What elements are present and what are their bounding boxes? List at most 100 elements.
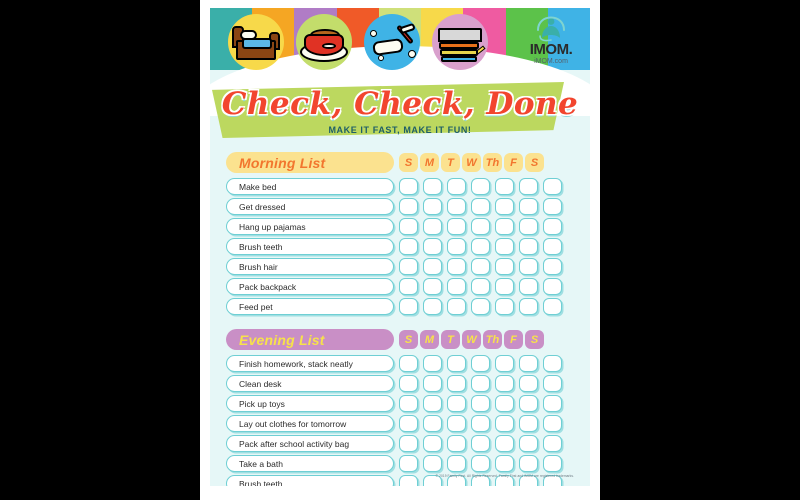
- morning-checkbox-r1-w3[interactable]: [471, 198, 490, 215]
- morning-checkbox-r4-m1[interactable]: [423, 258, 442, 275]
- morning-checkbox-r1-s0[interactable]: [399, 198, 418, 215]
- evening-checkbox-r6-s0[interactable]: [399, 475, 418, 486]
- evening-header-row: Evening List S M T W Th F S: [226, 329, 574, 350]
- morning-checkbox-r3-t2[interactable]: [447, 238, 466, 255]
- morning-checkbox-r2-s6[interactable]: [543, 218, 562, 235]
- morning-checkbox-r2-m1[interactable]: [423, 218, 442, 235]
- evening-checkbox-r1-s6[interactable]: [543, 375, 562, 392]
- evening-checkbox-r5-s0[interactable]: [399, 455, 418, 472]
- morning-checkbox-r5-m1[interactable]: [423, 278, 442, 295]
- morning-checkbox-r5-f5[interactable]: [519, 278, 538, 295]
- morning-checkbox-r5-s0[interactable]: [399, 278, 418, 295]
- evening-checkbox-r2-s0[interactable]: [399, 395, 418, 412]
- evening-task-label-2: Pick up toys: [226, 395, 394, 412]
- evening-checkbox-r1-w3[interactable]: [471, 375, 490, 392]
- morning-checkbox-r4-s6[interactable]: [543, 258, 562, 275]
- morning-checkbox-r3-w3[interactable]: [471, 238, 490, 255]
- morning-checkbox-r2-s0[interactable]: [399, 218, 418, 235]
- morning-checkbox-r0-m1[interactable]: [423, 178, 442, 195]
- evening-checkbox-r1-f5[interactable]: [519, 375, 538, 392]
- task-row: Pick up toys: [226, 395, 574, 412]
- morning-checkbox-r3-f5[interactable]: [519, 238, 538, 255]
- morning-checkbox-r0-s6[interactable]: [543, 178, 562, 195]
- morning-checkbox-r0-t2[interactable]: [447, 178, 466, 195]
- evening-day-header-3: W: [462, 330, 481, 349]
- evening-checkbox-r5-t2[interactable]: [447, 455, 466, 472]
- evening-checkbox-r5-th4[interactable]: [495, 455, 514, 472]
- evening-checkbox-r4-f5[interactable]: [519, 435, 538, 452]
- morning-checkbox-r4-f5[interactable]: [519, 258, 538, 275]
- morning-checkbox-r1-f5[interactable]: [519, 198, 538, 215]
- evening-checkbox-r0-w3[interactable]: [471, 355, 490, 372]
- morning-checkbox-r1-th4[interactable]: [495, 198, 514, 215]
- evening-checkbox-r5-w3[interactable]: [471, 455, 490, 472]
- evening-checkbox-r5-s6[interactable]: [543, 455, 562, 472]
- evening-checkbox-r1-s0[interactable]: [399, 375, 418, 392]
- morning-checkbox-r1-s6[interactable]: [543, 198, 562, 215]
- evening-checkbox-r3-s0[interactable]: [399, 415, 418, 432]
- evening-checkbox-r4-s0[interactable]: [399, 435, 418, 452]
- evening-checkbox-r0-f5[interactable]: [519, 355, 538, 372]
- morning-checkbox-r6-w3[interactable]: [471, 298, 490, 315]
- evening-checkbox-r4-s6[interactable]: [543, 435, 562, 452]
- evening-task-label-1: Clean desk: [226, 375, 394, 392]
- morning-checkbox-r6-s0[interactable]: [399, 298, 418, 315]
- morning-checkbox-r1-m1[interactable]: [423, 198, 442, 215]
- evening-checkbox-r3-s6[interactable]: [543, 415, 562, 432]
- evening-checkbox-r2-f5[interactable]: [519, 395, 538, 412]
- task-row: Lay out clothes for tomorrow: [226, 415, 574, 432]
- evening-checkbox-r5-f5[interactable]: [519, 455, 538, 472]
- morning-checkbox-r1-t2[interactable]: [447, 198, 466, 215]
- morning-checkbox-r6-m1[interactable]: [423, 298, 442, 315]
- morning-checkbox-r3-s0[interactable]: [399, 238, 418, 255]
- evening-checkbox-r1-m1[interactable]: [423, 375, 442, 392]
- morning-checkbox-r6-f5[interactable]: [519, 298, 538, 315]
- morning-checkbox-r3-th4[interactable]: [495, 238, 514, 255]
- evening-checkbox-r2-th4[interactable]: [495, 395, 514, 412]
- morning-checkbox-r2-w3[interactable]: [471, 218, 490, 235]
- morning-checkbox-r0-th4[interactable]: [495, 178, 514, 195]
- morning-checkbox-r5-w3[interactable]: [471, 278, 490, 295]
- morning-checkbox-r3-s6[interactable]: [543, 238, 562, 255]
- morning-checkbox-r4-t2[interactable]: [447, 258, 466, 275]
- morning-checkbox-r4-w3[interactable]: [471, 258, 490, 275]
- morning-checkbox-r6-s6[interactable]: [543, 298, 562, 315]
- evening-checkbox-r0-s0[interactable]: [399, 355, 418, 372]
- morning-checkbox-r4-th4[interactable]: [495, 258, 514, 275]
- evening-checkbox-r1-th4[interactable]: [495, 375, 514, 392]
- morning-checkbox-r5-t2[interactable]: [447, 278, 466, 295]
- morning-checkbox-r3-m1[interactable]: [423, 238, 442, 255]
- evening-checkbox-r3-th4[interactable]: [495, 415, 514, 432]
- evening-checkbox-r2-w3[interactable]: [471, 395, 490, 412]
- task-row: Get dressed: [226, 198, 574, 215]
- evening-checkbox-r3-f5[interactable]: [519, 415, 538, 432]
- evening-checkbox-r0-s6[interactable]: [543, 355, 562, 372]
- morning-checkbox-r2-f5[interactable]: [519, 218, 538, 235]
- morning-checkbox-r4-s0[interactable]: [399, 258, 418, 275]
- evening-checkbox-r3-t2[interactable]: [447, 415, 466, 432]
- morning-checkbox-r5-th4[interactable]: [495, 278, 514, 295]
- morning-checkbox-r2-th4[interactable]: [495, 218, 514, 235]
- evening-checkbox-r0-t2[interactable]: [447, 355, 466, 372]
- morning-checkbox-r2-t2[interactable]: [447, 218, 466, 235]
- evening-checkbox-r5-m1[interactable]: [423, 455, 442, 472]
- morning-checkbox-r0-s0[interactable]: [399, 178, 418, 195]
- evening-checkbox-r4-th4[interactable]: [495, 435, 514, 452]
- evening-checkbox-r1-t2[interactable]: [447, 375, 466, 392]
- evening-checkbox-r0-m1[interactable]: [423, 355, 442, 372]
- morning-day-header-6: S: [525, 153, 544, 172]
- evening-checkbox-r4-w3[interactable]: [471, 435, 490, 452]
- evening-checkbox-r2-m1[interactable]: [423, 395, 442, 412]
- evening-checkbox-r3-w3[interactable]: [471, 415, 490, 432]
- evening-checkbox-r0-th4[interactable]: [495, 355, 514, 372]
- morning-checkbox-r0-f5[interactable]: [519, 178, 538, 195]
- morning-checkbox-r6-th4[interactable]: [495, 298, 514, 315]
- evening-checkbox-r4-t2[interactable]: [447, 435, 466, 452]
- evening-checkbox-r3-m1[interactable]: [423, 415, 442, 432]
- evening-checkbox-r4-m1[interactable]: [423, 435, 442, 452]
- evening-checkbox-r2-s6[interactable]: [543, 395, 562, 412]
- morning-checkbox-r5-s6[interactable]: [543, 278, 562, 295]
- morning-checkbox-r0-w3[interactable]: [471, 178, 490, 195]
- morning-checkbox-r6-t2[interactable]: [447, 298, 466, 315]
- evening-checkbox-r2-t2[interactable]: [447, 395, 466, 412]
